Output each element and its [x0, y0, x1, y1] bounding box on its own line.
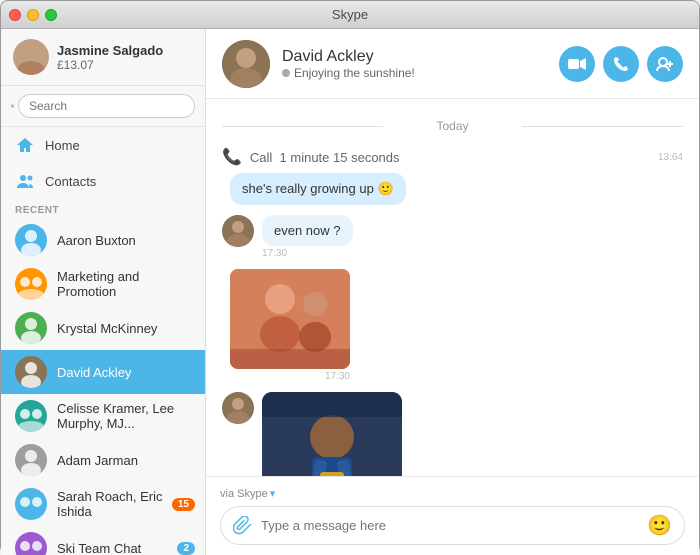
titlebar: Skype	[1, 1, 699, 29]
sender-avatar	[222, 215, 254, 247]
avatar	[15, 268, 47, 300]
avatar	[15, 312, 47, 344]
nav-home-label: Home	[45, 138, 80, 153]
sidebar-item-label: Celisse Kramer, Lee Murphy, MJ...	[57, 401, 191, 431]
contact-status-text: Enjoying the sunshine!	[294, 66, 415, 80]
emoji-icon[interactable]: 🙂	[647, 513, 672, 538]
date-divider: Today	[222, 119, 683, 133]
avatar	[15, 400, 47, 432]
maximize-button[interactable]	[45, 9, 57, 21]
call-text: Call 1 minute 15 seconds	[250, 150, 400, 165]
avatar	[15, 488, 47, 520]
window-controls[interactable]	[9, 9, 57, 21]
add-contact-button[interactable]	[647, 46, 683, 82]
sidebar-item-ski[interactable]: Ski Team Chat 2	[1, 526, 205, 555]
chat-header: David Ackley Enjoying the sunshine!	[206, 29, 699, 99]
sidebar-scroll: Home Contacts RECENT Aaron Buxton	[1, 127, 205, 555]
contacts-icon	[15, 171, 35, 191]
user-info: Jasmine Salgado £13.07	[57, 43, 163, 72]
user-balance: £13.07	[57, 58, 163, 72]
avatar	[15, 532, 47, 555]
sidebar-item-celisse[interactable]: Celisse Kramer, Lee Murphy, MJ...	[1, 394, 205, 438]
status-indicator	[282, 69, 290, 77]
contact-info: David Ackley Enjoying the sunshine!	[282, 48, 559, 80]
attachment-icon[interactable]	[233, 516, 253, 536]
message-content: 17:30	[262, 392, 402, 476]
sidebar-item-sarah[interactable]: Sarah Roach, Eric Ishida 15	[1, 482, 205, 526]
chat-actions	[559, 46, 683, 82]
sidebar-item-adam[interactable]: Adam Jarman	[1, 438, 205, 482]
sidebar: Jasmine Salgado £13.07 Home Contacts	[1, 29, 206, 555]
chat-area: David Ackley Enjoying the sunshine!	[206, 29, 699, 555]
message-content: 17:30	[230, 269, 350, 382]
avatar	[15, 224, 47, 256]
recent-section-label: RECENT	[1, 199, 205, 218]
avatar	[15, 356, 47, 388]
grid-icon	[11, 98, 14, 114]
message-bubble: she's really growing up 🙂	[230, 173, 406, 205]
sidebar-item-krystal[interactable]: Krystal McKinney	[1, 306, 205, 350]
contact-status: Enjoying the sunshine!	[282, 66, 559, 80]
phone-icon: 📞	[222, 147, 242, 167]
dropdown-arrow[interactable]: ▾	[270, 487, 276, 500]
close-button[interactable]	[9, 9, 21, 21]
message-row: even now ? 17:30	[222, 215, 683, 259]
sidebar-item-david[interactable]: David Ackley	[1, 350, 205, 394]
nav-contacts[interactable]: Contacts	[1, 163, 205, 199]
nav-home[interactable]: Home	[1, 127, 205, 163]
unread-badge: 2	[177, 542, 195, 555]
sidebar-item-aaron[interactable]: Aaron Buxton	[1, 218, 205, 262]
chat-input-area: via Skype ▾ 🙂	[206, 476, 699, 555]
user-name: Jasmine Salgado	[57, 43, 163, 58]
via-label: via Skype	[220, 488, 268, 500]
via-skype-label: via Skype ▾	[220, 487, 685, 500]
message-row: she's really growing up 🙂	[222, 173, 683, 205]
sidebar-item-label: Marketing and Promotion	[57, 269, 191, 299]
call-row: 📞 Call 1 minute 15 seconds 13:64	[222, 141, 683, 173]
main-layout: Jasmine Salgado £13.07 Home Contacts	[1, 29, 699, 555]
input-row: 🙂	[220, 506, 685, 545]
avatar	[13, 39, 49, 75]
image-message-large	[262, 392, 402, 476]
search-input[interactable]	[18, 94, 195, 118]
nav-contacts-label: Contacts	[45, 174, 96, 189]
app-title: Skype	[332, 7, 368, 22]
voice-call-button[interactable]	[603, 46, 639, 82]
sidebar-item-label: Aaron Buxton	[57, 233, 136, 248]
message-time: 17:30	[230, 371, 350, 382]
user-profile: Jasmine Salgado £13.07	[1, 29, 205, 86]
messages-area: Today 📞 Call 1 minute 15 seconds 13:64 s…	[206, 99, 699, 476]
sidebar-item-label: Krystal McKinney	[57, 321, 157, 336]
message-content: she's really growing up 🙂	[230, 173, 406, 205]
sidebar-item-label: Adam Jarman	[57, 453, 138, 468]
message-bubble: even now ?	[262, 215, 353, 246]
sender-avatar	[222, 392, 254, 424]
message-content: even now ? 17:30	[262, 215, 353, 259]
message-input[interactable]	[261, 518, 639, 533]
message-row: 17:30	[222, 392, 683, 476]
message-time: 17:30	[262, 248, 353, 259]
contact-name: David Ackley	[282, 48, 559, 66]
home-icon	[15, 135, 35, 155]
avatar	[15, 444, 47, 476]
sidebar-item-label: Ski Team Chat	[57, 541, 141, 555]
video-call-button[interactable]	[559, 46, 595, 82]
call-time: 13:64	[658, 152, 683, 163]
unread-badge: 15	[172, 498, 195, 511]
sidebar-item-label: Sarah Roach, Eric Ishida	[57, 489, 191, 519]
sidebar-item-marketing[interactable]: Marketing and Promotion	[1, 262, 205, 306]
sidebar-item-label: David Ackley	[57, 365, 131, 380]
image-message	[230, 269, 350, 369]
search-bar	[1, 86, 205, 127]
contact-avatar	[222, 40, 270, 88]
message-row: 17:30	[222, 269, 683, 382]
minimize-button[interactable]	[27, 9, 39, 21]
